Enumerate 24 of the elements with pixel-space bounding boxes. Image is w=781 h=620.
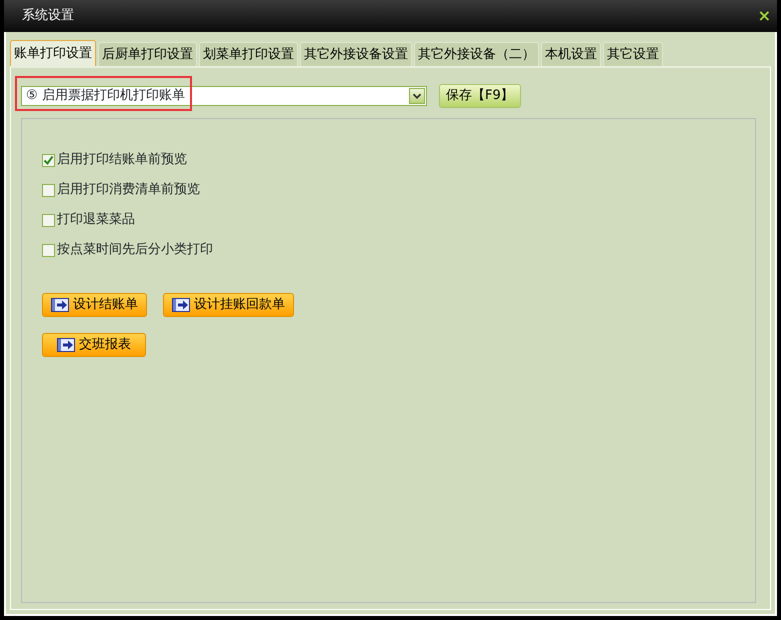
- mode-dropdown[interactable]: ⑤ 启用票据打印机打印账单: [21, 86, 427, 106]
- tab[interactable]: 本机设置: [541, 42, 601, 66]
- design-button[interactable]: 设计挂账回款单: [163, 293, 294, 317]
- tab[interactable]: 其它设置: [603, 42, 663, 66]
- close-button[interactable]: ×: [758, 8, 771, 24]
- design-button[interactable]: 交班报表: [42, 333, 146, 357]
- checkbox[interactable]: [42, 154, 55, 166]
- checkbox[interactable]: [42, 214, 55, 226]
- window-title: 系统设置: [22, 7, 74, 26]
- tab[interactable]: 划菜单打印设置: [199, 42, 298, 66]
- tab[interactable]: 其它外接设备设置: [300, 42, 412, 66]
- checkbox-label: 启用打印结账单前预览: [57, 151, 187, 170]
- design-button[interactable]: 设计结账单: [42, 293, 147, 317]
- tab[interactable]: 账单打印设置: [10, 40, 96, 66]
- checkbox[interactable]: [42, 184, 55, 196]
- dropdown-value: ⑤ 启用票据打印机打印账单: [26, 87, 185, 106]
- checkbox-label: 启用打印消费清单前预览: [57, 181, 200, 200]
- caret-icon: [409, 88, 425, 104]
- save-button[interactable]: 保存【F9】: [439, 84, 521, 108]
- checkbox-label: 打印退菜菜品: [57, 211, 135, 230]
- tab[interactable]: 后厨单打印设置: [98, 42, 197, 66]
- checkbox-label: 按点菜时间先后分小类打印: [57, 241, 213, 260]
- tab[interactable]: 其它外接设备（二）: [414, 42, 539, 66]
- checkbox[interactable]: [42, 244, 55, 256]
